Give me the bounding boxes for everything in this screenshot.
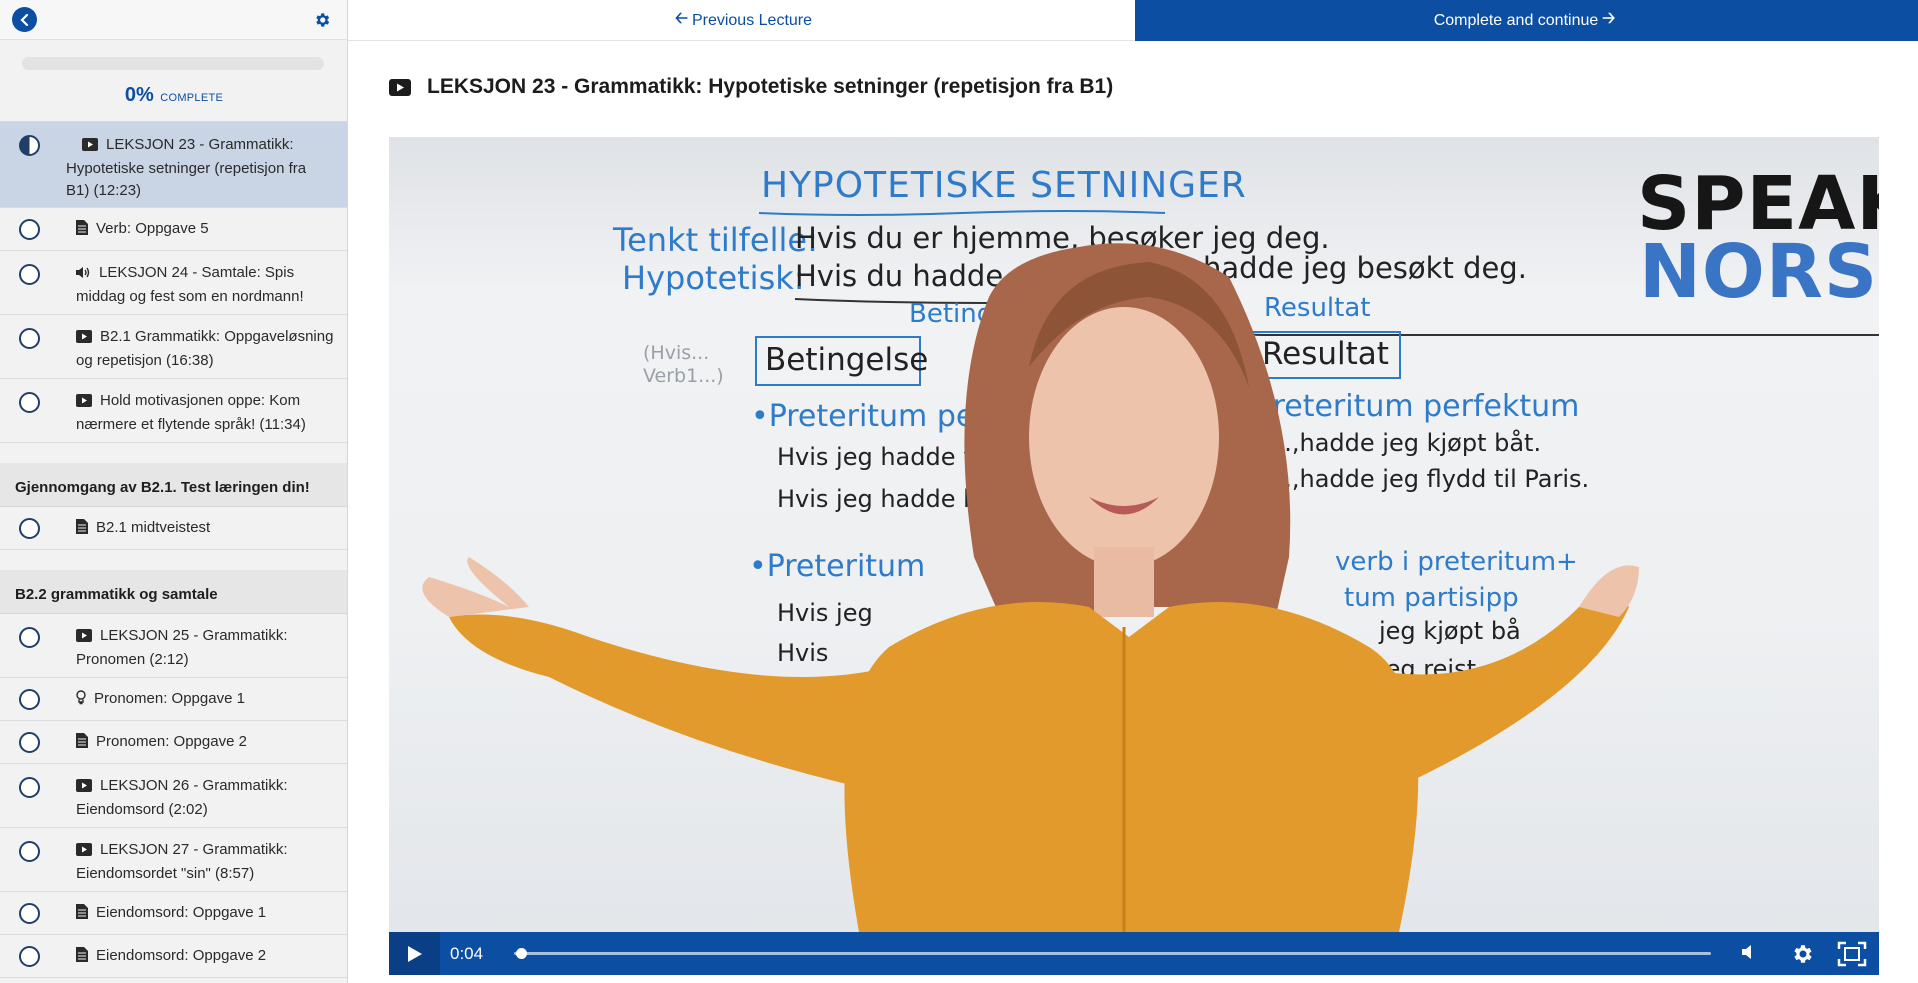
incomplete-status-icon (19, 219, 40, 240)
incomplete-status-icon (19, 903, 40, 924)
lecture-item-leksjon-25[interactable]: LEKSJON 25 - Grammatikk: Pronomen (2:12) (0, 614, 347, 678)
gear-icon (316, 13, 330, 27)
incomplete-status-icon (19, 392, 40, 413)
presenter-figure (422, 243, 1639, 932)
lecture-title: Hold motivasjonen oppe: Kom nærmere et f… (76, 392, 306, 433)
video-icon (76, 841, 92, 863)
lecture-title: Eiendomsord: Oppgave 2 (96, 947, 267, 964)
lecture-item-eiendomsord-oppgave-2[interactable]: Eiendomsord: Oppgave 2 (0, 935, 347, 978)
lecture-nav-bar: 🡠 Previous Lecture Complete and continue… (348, 0, 1918, 41)
video-scrubber[interactable] (514, 948, 1711, 959)
section-spacer (0, 443, 347, 463)
settings-button[interactable] (311, 9, 333, 31)
video-frame-whiteboard: HYPOTETISKE SETNINGER Tenkt tilfelle: Hv… (389, 137, 1879, 932)
document-icon (76, 733, 88, 755)
current-time: 0:04 (450, 944, 484, 963)
lecture-heading: LEKSJON 23 - Grammatikk: Hypotetiske set… (389, 70, 1113, 104)
incomplete-status-icon (19, 518, 40, 539)
play-icon (407, 945, 422, 962)
video-controls: 0:04 (389, 932, 1879, 975)
progress-label: 0% COMPLETE (0, 84, 347, 107)
lecture-title: LEKSJON 27 - Grammatikk: Eiendomsordet "… (76, 841, 288, 882)
video-icon (76, 777, 92, 799)
arrow-right-icon: 🡢 (1602, 10, 1616, 27)
video-icon (76, 392, 92, 414)
lecture-item-leksjon-26[interactable]: LEKSJON 26 - Grammatikk: Eiendomsord (2:… (0, 764, 347, 828)
incomplete-status-icon (19, 946, 40, 967)
lecture-item-hold-motivasjonen[interactable]: Hold motivasjonen oppe: Kom nærmere et f… (0, 379, 347, 443)
document-icon (76, 904, 88, 926)
gear-icon (1794, 945, 1812, 963)
incomplete-status-icon (19, 732, 40, 753)
lecture-item-leksjon-27[interactable]: LEKSJON 27 - Grammatikk: Eiendomsordet "… (0, 828, 347, 892)
chevron-left-icon (19, 13, 28, 26)
lecture-list: LEKSJON 23 - Grammatikk: Hypotetiske set… (0, 122, 347, 978)
lecture-item-pronomen-oppgave-2[interactable]: Pronomen: Oppgave 2 (0, 721, 347, 764)
lecture-title: Verb: Oppgave 5 (96, 220, 209, 237)
volume-button[interactable] (1740, 943, 1762, 965)
complete-and-continue-label: Complete and continue (1433, 11, 1599, 29)
section-spacer (0, 550, 347, 570)
lecture-item-b21-grammatikk[interactable]: B2.1 Grammatikk: Oppgaveløsning og repet… (0, 315, 347, 379)
course-sidebar: 0% COMPLETE LEKSJON 23 - Grammatikk: Hyp… (0, 0, 348, 983)
lecture-item-b21-midtveistest[interactable]: B2.1 midtveistest (0, 507, 347, 550)
lecture-item-verb-oppgave-5[interactable]: Verb: Oppgave 5 (0, 208, 347, 251)
incomplete-status-icon (19, 264, 40, 285)
video-icon (389, 78, 411, 96)
lecture-title: LEKSJON 23 - Grammatikk: Hypotetiske set… (427, 75, 1114, 98)
lecture-title: LEKSJON 25 - Grammatikk: Pronomen (2:12) (76, 627, 288, 668)
incomplete-status-icon (19, 627, 40, 648)
volume-icon (1742, 945, 1751, 959)
lecture-item-pronomen-oppgave-1[interactable]: Pronomen: Oppgave 1 (0, 678, 347, 721)
lecture-title: Pronomen: Oppgave 1 (94, 690, 245, 707)
document-icon (76, 947, 88, 969)
progress-percent: 0% (124, 84, 154, 106)
document-icon (76, 519, 88, 541)
half-complete-status-icon (19, 135, 40, 156)
lecture-title: LEKSJON 23 - Grammatikk: Hypotetiske set… (66, 136, 307, 199)
document-icon (76, 220, 88, 242)
lecture-title: LEKSJON 26 - Grammatikk: Eiendomsord (2:… (76, 777, 288, 818)
video-icon (74, 136, 98, 158)
lecture-title: LEKSJON 24 - Samtale: Spis middag og fes… (76, 264, 304, 305)
lecture-title: Pronomen: Oppgave 2 (96, 733, 247, 750)
complete-and-continue-button[interactable]: Complete and continue 🡢 (1135, 0, 1918, 41)
sidebar-header (0, 0, 347, 40)
progress-bar (22, 57, 324, 70)
fullscreen-button[interactable] (1837, 941, 1867, 967)
previous-lecture-button[interactable]: 🡠 Previous Lecture (348, 0, 1135, 41)
lecture-title: Eiendomsord: Oppgave 1 (96, 904, 267, 921)
incomplete-status-icon (19, 689, 40, 710)
play-button[interactable] (389, 932, 440, 975)
progress-complete-label: COMPLETE (160, 92, 224, 104)
video-icon (76, 328, 92, 350)
fullscreen-icon (1837, 941, 1867, 967)
incomplete-status-icon (19, 328, 40, 349)
previous-lecture-label: Previous Lecture (691, 11, 813, 29)
scrubber-handle[interactable] (515, 948, 527, 959)
lecture-item-eiendomsord-oppgave-1[interactable]: Eiendomsord: Oppgave 1 (0, 892, 347, 935)
back-to-course-button[interactable] (12, 7, 37, 32)
course-progress: 0% COMPLETE (0, 40, 347, 122)
section-title-b22: B2.2 grammatikk og samtale (0, 570, 347, 614)
lecture-title: B2.1 Grammatikk: Oppgaveløsning og repet… (76, 328, 334, 369)
video-icon (76, 627, 92, 649)
lecture-item-leksjon-23[interactable]: LEKSJON 23 - Grammatikk: Hypotetiske set… (0, 122, 347, 208)
video-settings-button[interactable] (1790, 942, 1814, 966)
section-title-gjennomgang: Gjennomgang av B2.1. Test læringen din! (0, 463, 347, 507)
audio-icon (76, 264, 91, 286)
lightbulb-icon (76, 690, 86, 712)
incomplete-status-icon (19, 777, 40, 798)
video-player[interactable]: HYPOTETISKE SETNINGER Tenkt tilfelle: Hv… (389, 137, 1879, 975)
arrow-left-icon: 🡠 (674, 10, 688, 27)
incomplete-status-icon (19, 841, 40, 862)
lecture-item-leksjon-24[interactable]: LEKSJON 24 - Samtale: Spis middag og fes… (0, 251, 347, 315)
lecture-title: B2.1 midtveistest (96, 519, 211, 536)
